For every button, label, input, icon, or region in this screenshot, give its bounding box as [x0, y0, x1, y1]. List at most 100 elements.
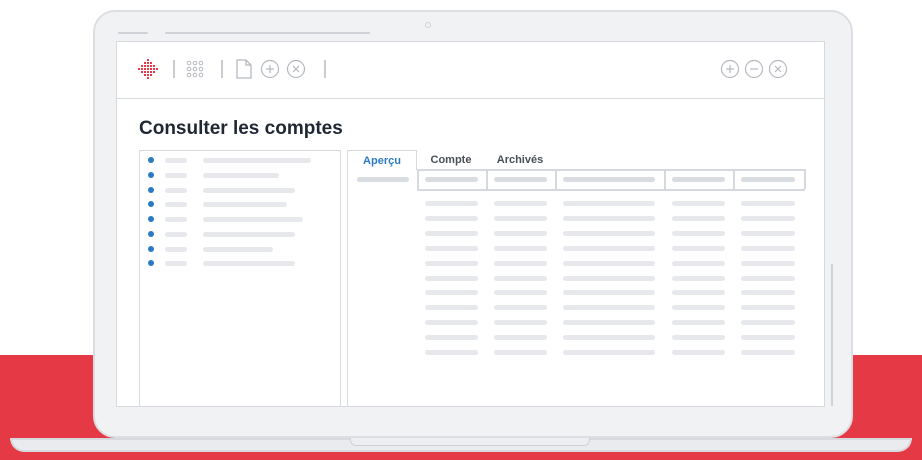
table-cell — [741, 335, 795, 341]
document-icon[interactable] — [235, 58, 253, 80]
bullet-icon — [148, 157, 154, 163]
list-item[interactable] — [140, 185, 340, 195]
column-separator — [417, 169, 419, 189]
table-cell — [425, 260, 478, 266]
tab-compte[interactable]: Compte — [419, 150, 483, 170]
table-cell — [494, 201, 547, 206]
table-cell — [494, 260, 547, 266]
table-cell — [672, 245, 725, 251]
placeholder-text — [203, 232, 295, 237]
column-separator — [664, 169, 666, 189]
placeholder-text — [165, 173, 187, 178]
table-cell — [494, 305, 547, 311]
bullet-icon — [148, 187, 154, 193]
table-cell — [494, 275, 547, 281]
table-cell — [563, 215, 655, 221]
table-cell — [563, 350, 655, 355]
table-cell — [672, 320, 725, 326]
accounts-list-panel — [139, 150, 341, 406]
placeholder-text — [203, 247, 273, 252]
camera-icon — [425, 22, 431, 28]
bullet-icon — [148, 260, 154, 266]
toolbar-separator — [324, 60, 326, 78]
table-cell — [425, 320, 478, 326]
table-cell — [672, 275, 725, 281]
grid-icon[interactable] — [185, 59, 205, 79]
toolbar-separator — [173, 60, 175, 78]
placeholder-text — [165, 247, 187, 252]
list-item[interactable] — [140, 258, 340, 268]
table-cell — [563, 260, 655, 266]
placeholder-text — [165, 188, 187, 193]
list-item[interactable] — [140, 155, 340, 165]
bullet-icon — [148, 216, 154, 222]
table-cell — [425, 230, 478, 236]
placeholder-text — [203, 261, 295, 266]
table-header-cell[interactable] — [563, 177, 655, 182]
list-item[interactable] — [140, 229, 340, 239]
table-cell — [425, 305, 478, 311]
table-cell — [494, 230, 547, 236]
scrollbar[interactable] — [831, 264, 833, 406]
close-circle-icon[interactable] — [768, 59, 788, 79]
titlebar-line — [118, 32, 148, 34]
list-item[interactable] — [140, 199, 340, 209]
table-cell — [494, 320, 547, 326]
table-cell — [741, 260, 795, 266]
table-cell — [672, 260, 725, 266]
table-header-cell[interactable] — [494, 177, 547, 182]
table-cell — [741, 275, 795, 281]
table-cell — [425, 275, 478, 281]
placeholder-text — [165, 232, 187, 237]
table-cell — [425, 290, 478, 296]
placeholder-text — [203, 217, 303, 222]
placeholder-text — [165, 158, 187, 163]
close-circle-icon[interactable] — [286, 59, 306, 79]
table-cell — [672, 335, 725, 341]
tab-archives[interactable]: Archivés — [487, 150, 553, 170]
list-item[interactable] — [140, 214, 340, 224]
table-cell — [741, 201, 795, 206]
table-cell — [425, 201, 478, 206]
table-cell — [741, 320, 795, 326]
table-cell — [672, 290, 725, 296]
table-header-cell[interactable] — [741, 177, 795, 182]
placeholder-text — [203, 188, 295, 193]
minus-circle-icon[interactable] — [744, 59, 764, 79]
tabstrip-border — [417, 169, 805, 171]
add-circle-icon[interactable] — [260, 59, 280, 79]
table-cell — [741, 230, 795, 236]
bullet-icon — [148, 231, 154, 237]
table-cell — [741, 350, 795, 355]
laptop-notch — [350, 438, 590, 446]
list-item[interactable] — [140, 244, 340, 254]
table-header-cell — [357, 177, 409, 182]
column-separator — [486, 169, 488, 189]
table-cell — [494, 245, 547, 251]
table-cell — [563, 320, 655, 326]
logo-diamond-icon — [138, 59, 158, 79]
table-cell — [741, 290, 795, 296]
add-circle-icon[interactable] — [720, 59, 740, 79]
table-cell — [563, 201, 655, 206]
table-cell — [672, 350, 725, 355]
table-cell — [494, 290, 547, 296]
tab-apercu[interactable]: Aperçu — [347, 150, 417, 170]
table-cell — [563, 335, 655, 341]
table-header-cell[interactable] — [425, 177, 478, 182]
toolbar-separator — [221, 60, 223, 78]
toolbar — [117, 42, 824, 99]
table-header-cell[interactable] — [672, 177, 725, 182]
bullet-icon — [148, 201, 154, 207]
app-window: Consulter les comptes Aperçu Compte Arch… — [116, 41, 825, 407]
column-separator — [555, 169, 557, 189]
table-cell — [563, 290, 655, 296]
placeholder-text — [165, 217, 187, 222]
placeholder-text — [203, 158, 311, 163]
column-separator — [804, 169, 806, 189]
titlebar-line — [165, 32, 370, 34]
column-separator — [733, 169, 735, 189]
list-item[interactable] — [140, 170, 340, 180]
table-cell — [672, 201, 725, 206]
table-cell — [494, 350, 547, 355]
